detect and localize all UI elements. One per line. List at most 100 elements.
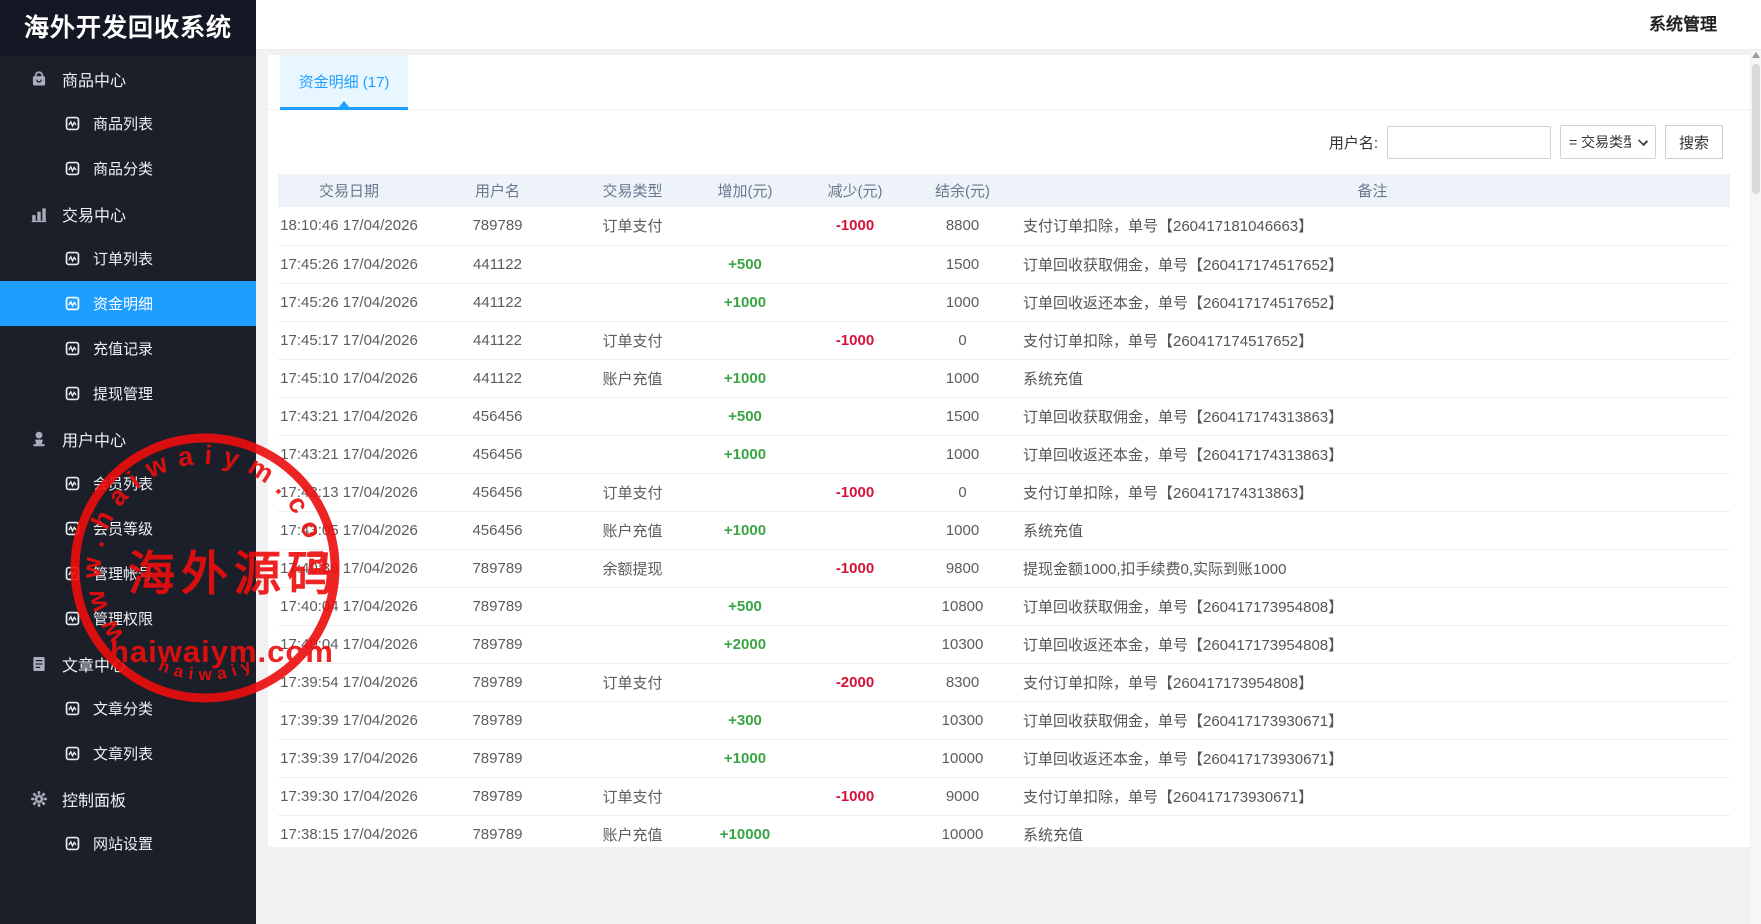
cell-remark: 订单回收获取佣金，单号【260417173954808】 bbox=[1015, 587, 1730, 625]
cell-decrease: -1000 bbox=[800, 777, 910, 815]
cell-user: 441122 bbox=[420, 245, 575, 283]
sidebar-item-recharge-record[interactable]: 充值记录 bbox=[0, 326, 256, 371]
sidebar-item-control-panel[interactable]: 控制面板 bbox=[0, 776, 256, 821]
cell-remark: 订单回收获取佣金，单号【260417173930671】 bbox=[1015, 701, 1730, 739]
cell-date: 17:43:05 17/04/2026 bbox=[278, 511, 420, 549]
chart-icon bbox=[30, 205, 48, 223]
table-row: 17:39:54 17/04/2026789789订单支付-20008300支付… bbox=[278, 663, 1730, 701]
col-balance: 结余(元) bbox=[910, 174, 1015, 207]
username-input[interactable] bbox=[1387, 126, 1551, 159]
cell-balance: 9000 bbox=[910, 777, 1015, 815]
search-toolbar: 用户名: = 交易类型 = 搜索 bbox=[268, 110, 1750, 174]
cell-remark: 提现金额1000,扣手续费0,实际到账1000 bbox=[1015, 549, 1730, 587]
sidebar-item-withdraw-manage[interactable]: 提现管理 bbox=[0, 371, 256, 416]
sidebar-item-label: 管理帐号 bbox=[93, 563, 153, 584]
cell-balance: 9800 bbox=[910, 549, 1015, 587]
bag-icon bbox=[30, 70, 48, 88]
search-button[interactable]: 搜索 bbox=[1665, 125, 1723, 159]
cell-increase: +1000 bbox=[690, 739, 800, 777]
cell-type: 订单支付 bbox=[575, 777, 690, 815]
sidebar-item-site-settings[interactable]: 网站设置 bbox=[0, 821, 256, 866]
cell-increase bbox=[690, 473, 800, 511]
cell-decrease: -1000 bbox=[800, 321, 910, 359]
fund-table: 交易日期 用户名 交易类型 增加(元) 减少(元) 结余(元) 备注 18:10… bbox=[278, 174, 1730, 854]
col-remark: 备注 bbox=[1015, 174, 1730, 207]
cell-balance: 0 bbox=[910, 473, 1015, 511]
sidebar-item-product-category[interactable]: 商品分类 bbox=[0, 146, 256, 191]
doc-icon bbox=[30, 655, 48, 673]
cell-increase: +1000 bbox=[690, 359, 800, 397]
cell-remark: 系统充值 bbox=[1015, 359, 1730, 397]
cell-decrease: -1000 bbox=[800, 207, 910, 245]
cell-decrease bbox=[800, 283, 910, 321]
scroll-up-icon[interactable] bbox=[1752, 52, 1760, 58]
cell-remark: 支付订单扣除，单号【260417173954808】 bbox=[1015, 663, 1730, 701]
cell-type: 订单支付 bbox=[575, 207, 690, 245]
cell-user: 456456 bbox=[420, 473, 575, 511]
sidebar-item-member-level[interactable]: 会员等级 bbox=[0, 506, 256, 551]
cell-balance: 10800 bbox=[910, 587, 1015, 625]
app-title: 海外开发回收系统 bbox=[0, 0, 256, 56]
cell-user: 789789 bbox=[420, 587, 575, 625]
sidebar-item-label: 网站设置 bbox=[93, 833, 153, 854]
sidebar-item-label: 提现管理 bbox=[93, 383, 153, 404]
transaction-type-select[interactable]: = 交易类型 = bbox=[1560, 125, 1656, 159]
cell-user: 441122 bbox=[420, 359, 575, 397]
cell-decrease bbox=[800, 511, 910, 549]
table-row: 17:43:13 17/04/2026456456订单支付-10000支付订单扣… bbox=[278, 473, 1730, 511]
sidebar-item-product-list[interactable]: 商品列表 bbox=[0, 101, 256, 146]
user-icon bbox=[30, 430, 48, 448]
cell-type: 账户充值 bbox=[575, 815, 690, 853]
sidebar-item-label: 商品中心 bbox=[62, 67, 126, 91]
cell-balance: 8300 bbox=[910, 663, 1015, 701]
cell-increase bbox=[690, 321, 800, 359]
col-date: 交易日期 bbox=[278, 174, 420, 207]
cell-user: 456456 bbox=[420, 435, 575, 473]
cell-decrease bbox=[800, 359, 910, 397]
tab-row: 资金明细 (17) bbox=[268, 55, 1750, 110]
sidebar-item-order-list[interactable]: 订单列表 bbox=[0, 236, 256, 281]
col-type: 交易类型 bbox=[575, 174, 690, 207]
cell-user: 789789 bbox=[420, 663, 575, 701]
cell-decrease: -2000 bbox=[800, 663, 910, 701]
clipboard-icon bbox=[64, 250, 81, 267]
sidebar-item-article-category[interactable]: 文章分类 bbox=[0, 686, 256, 731]
cell-type: 订单支付 bbox=[575, 321, 690, 359]
cell-decrease: -1000 bbox=[800, 473, 910, 511]
transaction-type-select-wrap: = 交易类型 = bbox=[1560, 125, 1656, 159]
cell-balance: 10300 bbox=[910, 701, 1015, 739]
table-row: 18:10:46 17/04/2026789789订单支付-10008800支付… bbox=[278, 207, 1730, 245]
sidebar-item-trade-center[interactable]: 交易中心 bbox=[0, 191, 256, 236]
cell-increase bbox=[690, 549, 800, 587]
sidebar-item-label: 文章中心 bbox=[62, 652, 126, 676]
sidebar-item-user-center[interactable]: 用户中心 bbox=[0, 416, 256, 461]
sidebar-item-admin-account[interactable]: 管理帐号 bbox=[0, 551, 256, 596]
cell-increase bbox=[690, 777, 800, 815]
cell-decrease bbox=[800, 739, 910, 777]
tab-fund-detail[interactable]: 资金明细 (17) bbox=[280, 55, 408, 110]
username-label: 用户名: bbox=[1329, 132, 1378, 153]
cell-date: 17:39:39 17/04/2026 bbox=[278, 701, 420, 739]
table-row: 17:40:36 17/04/2026789789余额提现-10009800提现… bbox=[278, 549, 1730, 587]
sidebar: 海外开发回收系统 商品中心商品列表商品分类交易中心订单列表资金明细充值记录提现管… bbox=[0, 0, 256, 924]
scrollbar-thumb[interactable] bbox=[1752, 64, 1760, 194]
cell-balance: 1500 bbox=[910, 397, 1015, 435]
sidebar-item-article-center[interactable]: 文章中心 bbox=[0, 641, 256, 686]
system-manage-menu[interactable]: 系统管理 bbox=[1649, 0, 1717, 50]
sidebar-item-admin-permission[interactable]: 管理权限 bbox=[0, 596, 256, 641]
vertical-scrollbar[interactable] bbox=[1751, 50, 1761, 924]
cell-balance: 0 bbox=[910, 321, 1015, 359]
sidebar-item-fund-detail[interactable]: 资金明细 bbox=[0, 281, 256, 326]
sidebar-item-article-list[interactable]: 文章列表 bbox=[0, 731, 256, 776]
sidebar-item-member-list[interactable]: 会员列表 bbox=[0, 461, 256, 506]
table-row: 17:39:39 17/04/2026789789+100010000订单回收返… bbox=[278, 739, 1730, 777]
cell-date: 17:43:21 17/04/2026 bbox=[278, 397, 420, 435]
cell-decrease bbox=[800, 245, 910, 283]
cell-date: 17:40:36 17/04/2026 bbox=[278, 549, 420, 587]
table-row: 17:45:17 17/04/2026441122订单支付-10000支付订单扣… bbox=[278, 321, 1730, 359]
table-row: 17:43:05 17/04/2026456456账户充值+10001000系统… bbox=[278, 511, 1730, 549]
sidebar-item-product-center[interactable]: 商品中心 bbox=[0, 56, 256, 101]
tab-caret-icon bbox=[339, 101, 349, 107]
cell-remark: 支付订单扣除，单号【260417174517652】 bbox=[1015, 321, 1730, 359]
table-row: 17:39:39 17/04/2026789789+30010300订单回收获取… bbox=[278, 701, 1730, 739]
